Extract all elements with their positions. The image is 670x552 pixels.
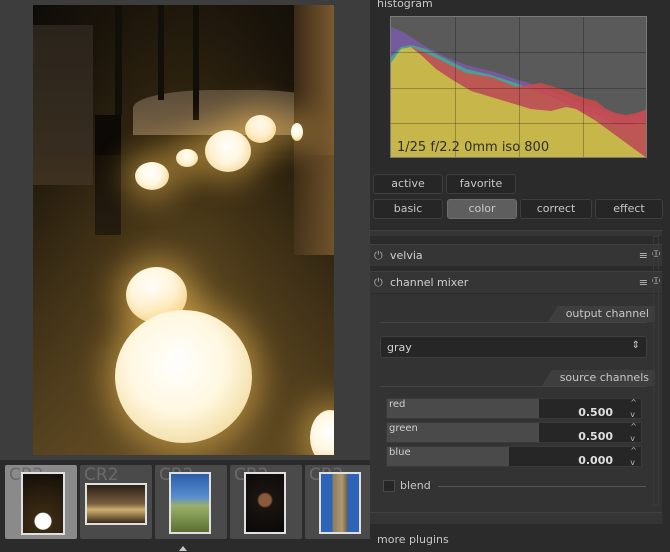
main-photo[interactable] (33, 5, 334, 455)
histogram-grid-line (391, 88, 646, 89)
output-channel-combobox[interactable]: gray ⇕ (380, 336, 647, 358)
histogram-grid-line (455, 17, 456, 157)
thumbnail-image (244, 472, 286, 534)
light-orb (205, 130, 251, 172)
section-divider (380, 322, 647, 323)
presets-menu-icon[interactable]: ≡ (639, 249, 648, 262)
group-active-button[interactable]: active (373, 174, 443, 194)
presets-menu-icon[interactable]: ≡ (639, 276, 648, 289)
photo-tree (193, 5, 199, 120)
thumbnail-image (169, 472, 211, 534)
module-name: velvia (390, 249, 423, 262)
section-divider (380, 386, 647, 387)
slider-green[interactable]: green 0.500 ^ v (386, 422, 642, 443)
slider-step-arrows[interactable]: ^ v (630, 445, 637, 469)
filmstrip: CR2 CR2 CR2 CR2 CR2 (0, 460, 377, 552)
blend-checkbox[interactable] (383, 480, 395, 492)
slider-step-arrows[interactable]: ^ v (630, 397, 637, 421)
slider-label: red (389, 399, 406, 410)
histogram-grid-line (391, 123, 646, 124)
histogram-grid-line (583, 17, 584, 157)
slider-label: blue (389, 447, 411, 458)
histogram-grid-line (391, 52, 646, 53)
photo-tree (115, 5, 122, 115)
slider-label: green (389, 423, 418, 434)
center-view (0, 0, 370, 460)
filmstrip-thumb[interactable]: CR2 (230, 465, 302, 539)
module-velvia-header[interactable]: ⏻ velvia ≡ ⏼ (370, 244, 662, 266)
output-channel-label: output channel (547, 306, 655, 322)
light-orb (245, 115, 276, 143)
module-header-partial (370, 512, 662, 524)
combobox-value: gray (387, 341, 412, 354)
slider-step-arrows[interactable]: ^ v (630, 421, 637, 445)
slider-red[interactable]: red 0.500 ^ v (386, 398, 642, 419)
blend-divider (438, 486, 646, 487)
slider-value: 0.500 (578, 430, 613, 443)
histogram-title: histogram (377, 0, 433, 10)
slider-value: 0.000 (578, 454, 613, 467)
more-plugins-label: more plugins (377, 533, 449, 546)
light-orb (135, 162, 169, 190)
slider-value: 0.500 (578, 406, 613, 419)
group-effect-button[interactable]: effect (595, 199, 663, 219)
exif-info: 1/25 f/2.2 0mm iso 800 (397, 140, 550, 155)
light-orb (291, 123, 303, 141)
power-icon[interactable]: ⏻ (374, 276, 383, 290)
histogram-grid-line (519, 17, 520, 157)
light-orb (115, 310, 252, 443)
more-plugins-button[interactable]: more plugins (370, 529, 670, 551)
filmstrip-thumb[interactable]: CR2 (155, 465, 227, 539)
filmstrip-thumb[interactable]: CR2 (305, 465, 377, 539)
module-header-partial (370, 230, 662, 236)
power-icon[interactable]: ⏻ (374, 249, 383, 263)
photo-tree (158, 5, 164, 100)
blend-label: blend (400, 479, 431, 492)
light-orb (176, 149, 198, 167)
source-channels-label: source channels (541, 370, 655, 386)
thumbnail-image (21, 472, 65, 535)
combobox-arrows-icon: ⇕ (631, 340, 640, 351)
slider-blue[interactable]: blue 0.000 ^ v (386, 446, 642, 467)
module-scrollbar[interactable] (653, 236, 659, 506)
file-extension: CR2 (84, 465, 119, 485)
right-panel: histogram 1/25 f/2.2 0mm iso 800 active … (370, 0, 670, 552)
filmstrip-thumb[interactable]: CR2 (80, 465, 152, 539)
group-correct-button[interactable]: correct (520, 199, 592, 219)
thumbnail-image (319, 472, 361, 534)
group-color-button[interactable]: color (447, 199, 517, 219)
slider-fill (387, 399, 540, 418)
thumbnail-image (85, 483, 147, 525)
module-channel-mixer-header[interactable]: ⏻ channel mixer ≡ ⏼ (370, 271, 662, 293)
group-basic-button[interactable]: basic (373, 199, 443, 219)
group-favorite-button[interactable]: favorite (446, 174, 516, 194)
filmstrip-thumb[interactable]: CR2 (5, 465, 77, 539)
module-name: channel mixer (390, 276, 469, 289)
filmstrip-toggle-arrow[interactable] (179, 546, 187, 551)
histogram[interactable]: 1/25 f/2.2 0mm iso 800 (390, 16, 647, 158)
